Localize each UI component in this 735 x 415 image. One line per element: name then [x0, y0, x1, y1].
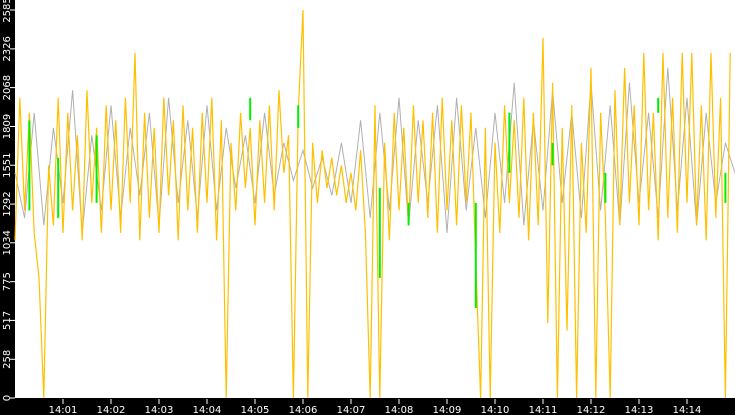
y-tick-label: 517: [2, 311, 13, 330]
x-tick-label: 14:14: [673, 405, 702, 415]
y-tick-label: 775: [2, 272, 13, 291]
x-tick-label: 14:12: [577, 405, 606, 415]
x-tick-label: 14:08: [385, 405, 414, 415]
x-tick-label: 14:13: [625, 405, 654, 415]
x-tick-label: 14:07: [337, 405, 366, 415]
y-tick-label: 2068: [2, 75, 13, 100]
y-tick-label: 2585: [2, 0, 13, 23]
y-tick-label: 1809: [2, 114, 13, 139]
x-tick-label: 14:10: [481, 405, 510, 415]
x-tick-label: 14:09: [433, 405, 462, 415]
x-tick-label: 14:02: [97, 405, 126, 415]
x-tick-label: 14:11: [529, 405, 558, 415]
chart: 0 258 517 775 1034 1292 1551 1809 2068 2326 2585 14…: [2, 0, 735, 415]
y-tick-label: 2326: [2, 36, 13, 61]
y-tick-label: 258: [2, 350, 13, 369]
y-tick-label: 1551: [2, 152, 13, 177]
x-tick-label: 14:01: [49, 405, 78, 415]
y-tick-label: 1034: [2, 230, 13, 255]
y-tick-label: 0: [2, 395, 13, 401]
x-tick-label: 14:03: [145, 405, 174, 415]
x-tick-label: 14:05: [241, 405, 270, 415]
y-tick-label: 1292: [2, 191, 13, 216]
x-tick-label: 14:06: [289, 405, 318, 415]
x-tick-label: 14:04: [193, 405, 222, 415]
